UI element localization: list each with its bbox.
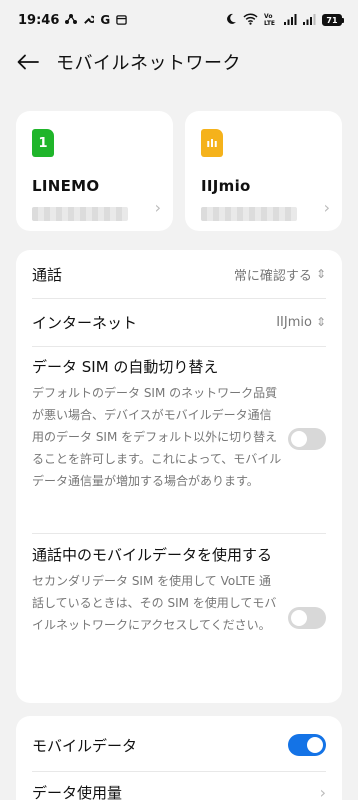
mobile-data-row[interactable]: モバイルデータ — [32, 732, 326, 758]
wrench-icon — [83, 14, 97, 27]
battery-level: 71 — [322, 14, 342, 26]
sim-number-blurred — [32, 207, 128, 221]
page-title: モバイルネットワーク — [56, 53, 241, 74]
sim-icon: ılı — [201, 129, 223, 157]
sim-name: IIJmio — [201, 177, 251, 195]
moon-icon — [225, 13, 237, 27]
back-button[interactable] — [0, 40, 56, 84]
call-label: 通話 — [32, 265, 63, 284]
sim-number-blurred — [201, 207, 297, 221]
divider — [32, 771, 326, 772]
auto-switch-toggle[interactable] — [288, 428, 326, 450]
sim-card-linemo[interactable]: 1 LINEMO › — [16, 111, 173, 231]
internet-value: IIJmio — [276, 314, 312, 330]
call-row[interactable]: 通話 常に確認する ⇕ — [32, 262, 326, 286]
chevron-right-icon: › — [319, 782, 326, 800]
data-usage-row[interactable]: データ使用量 › — [32, 780, 326, 800]
call-data-block: 通話中のモバイルデータを使用する セカンダリデータ SIM を使用して VoLT… — [32, 544, 326, 636]
google-icon: G — [100, 13, 111, 27]
divider — [32, 346, 326, 347]
settings-card: 通話 常に確認する ⇕ インターネット IIJmio ⇕ データ SIM の自動… — [16, 250, 342, 703]
internet-value-group: IIJmio ⇕ — [276, 315, 326, 330]
data-card: モバイルデータ データ使用量 › — [16, 716, 342, 800]
signal-icon-2 — [303, 13, 316, 27]
call-data-toggle[interactable] — [288, 607, 326, 629]
wifi-icon — [243, 13, 258, 27]
status-time: 19:46 — [18, 12, 60, 28]
signal-icon — [284, 13, 297, 27]
internet-row[interactable]: インターネット IIJmio ⇕ — [32, 310, 326, 334]
call-data-title: 通話中のモバイルデータを使用する — [32, 546, 273, 564]
up-down-chevron-icon: ⇕ — [315, 267, 326, 281]
mobile-data-toggle[interactable] — [288, 734, 326, 756]
status-right: Vo LTE 71 — [225, 13, 344, 27]
sim-card-iijmio[interactable]: ılı IIJmio › — [185, 111, 342, 231]
divider — [32, 298, 326, 299]
volte-icon: Vo LTE — [264, 13, 276, 27]
call-value-group: 常に確認する ⇕ — [234, 265, 326, 284]
auto-switch-block: データ SIM の自動切り替え デフォルトのデータ SIM のネットワーク品質が… — [32, 356, 326, 492]
divider — [32, 533, 326, 534]
auto-switch-title: データ SIM の自動切り替え — [32, 358, 219, 376]
auto-switch-desc: デフォルトのデータ SIM のネットワーク品質が悪い場合、デバイスがモバイルデー… — [32, 386, 282, 488]
call-data-desc: セカンダリデータ SIM を使用して VoLTE 通話しているときは、その SI… — [32, 574, 277, 632]
sim-cards: 1 LINEMO › ılı IIJmio › — [16, 111, 342, 231]
back-arrow-icon — [17, 54, 39, 70]
mobile-data-label: モバイルデータ — [32, 736, 138, 755]
status-bar: 19:46 G Vo LTE 71 — [0, 0, 358, 40]
internet-label: インターネット — [32, 313, 138, 332]
sim-icon: 1 — [32, 129, 54, 157]
network-share-icon — [65, 13, 78, 27]
up-down-chevron-icon: ⇕ — [315, 315, 326, 329]
battery-icon: 71 — [322, 14, 344, 26]
calendar-icon — [116, 14, 127, 27]
data-usage-label: データ使用量 — [32, 783, 123, 800]
sim-name: LINEMO — [32, 177, 100, 195]
status-left: 19:46 G — [18, 13, 127, 28]
call-value: 常に確認する — [233, 268, 312, 284]
app-header: モバイルネットワーク — [0, 40, 358, 84]
chevron-right-icon: › — [154, 198, 161, 217]
chevron-right-icon: › — [323, 198, 330, 217]
